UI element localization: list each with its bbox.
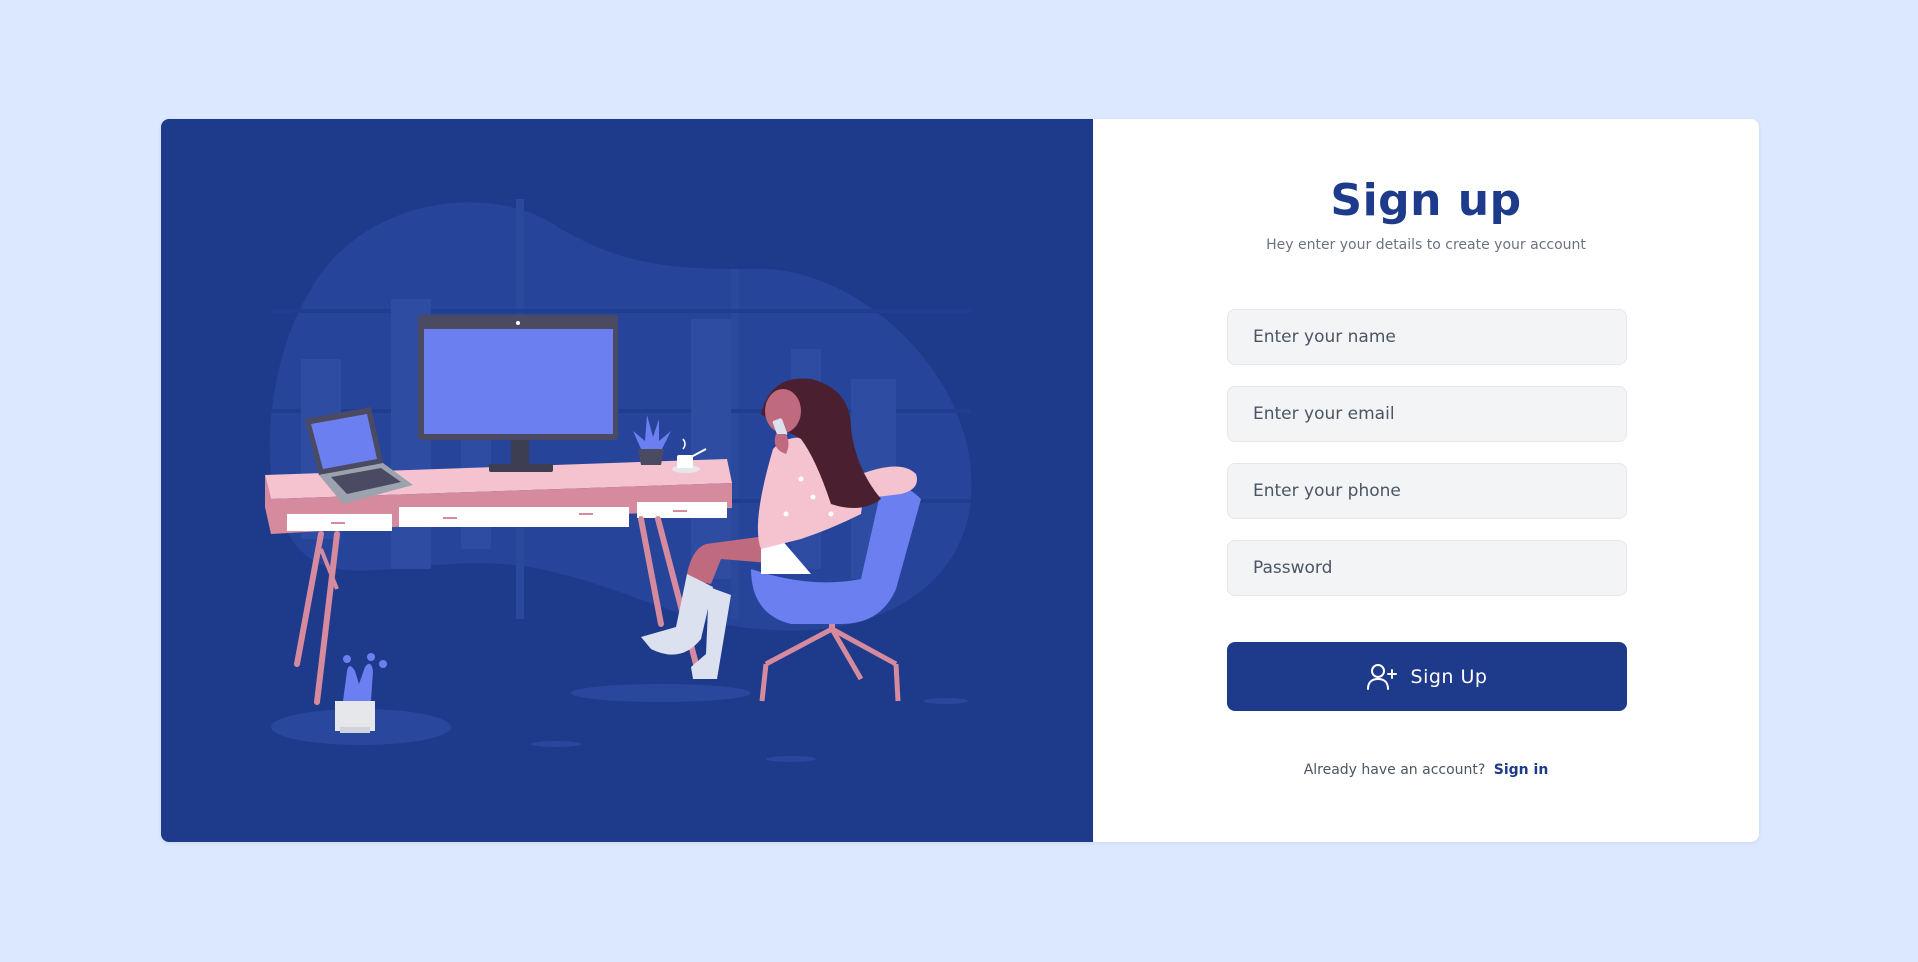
jacket-button <box>810 494 816 500</box>
name-input[interactable] <box>1227 309 1627 365</box>
drawer-handle <box>579 513 593 515</box>
jacket-button <box>783 511 789 517</box>
monitor-screen <box>424 329 613 434</box>
floor-shadow <box>571 684 751 702</box>
desk-drawer <box>399 507 629 527</box>
chair-leg <box>764 626 834 667</box>
password-input[interactable] <box>1227 540 1627 596</box>
chair-leg <box>759 663 769 702</box>
floor-shadow <box>766 756 816 762</box>
signup-form-panel: Sign up Hey enter your details to create… <box>1093 119 1759 842</box>
signin-prompt-text: Already have an account? <box>1303 762 1486 778</box>
drawer-handle <box>331 522 345 524</box>
jacket-button <box>828 511 834 517</box>
monitor-stand <box>511 440 529 468</box>
monitor-camera <box>516 321 520 325</box>
phone-input[interactable] <box>1227 463 1627 519</box>
building <box>691 319 731 579</box>
jacket-button <box>798 476 804 482</box>
page-subtitle: Hey enter your details to create your ac… <box>1266 237 1586 253</box>
workspace-illustration <box>265 199 972 762</box>
cactus-bud <box>379 660 387 668</box>
cactus-pot-rim <box>340 727 370 733</box>
cactus-bud <box>367 653 375 661</box>
monitor-base <box>489 464 553 472</box>
floor-shadow <box>924 698 968 704</box>
user-plus-icon <box>1366 663 1397 691</box>
illustration-panel <box>161 119 1093 842</box>
signup-button-label: Sign Up <box>1410 665 1488 688</box>
signup-button[interactable]: Sign Up <box>1227 642 1627 711</box>
signin-prompt: Already have an account? Sign in <box>1093 762 1759 778</box>
cactus-pot <box>335 701 375 731</box>
cactus <box>343 663 373 701</box>
chair-leg <box>893 663 901 702</box>
drawer-handle <box>673 510 687 512</box>
signup-card: Sign up Hey enter your details to create… <box>161 119 1759 842</box>
page-title: Sign up <box>1330 175 1522 226</box>
coffee-cup <box>677 455 693 468</box>
window-rail <box>271 309 971 313</box>
email-input[interactable] <box>1227 386 1627 442</box>
drawer-handle <box>443 517 457 519</box>
cactus-bud <box>343 655 351 663</box>
floor-shadow <box>531 741 581 747</box>
signin-link[interactable]: Sign in <box>1494 762 1549 778</box>
window-mullion <box>731 269 739 619</box>
laptop-screen <box>311 414 377 469</box>
plant-pot <box>638 449 664 465</box>
